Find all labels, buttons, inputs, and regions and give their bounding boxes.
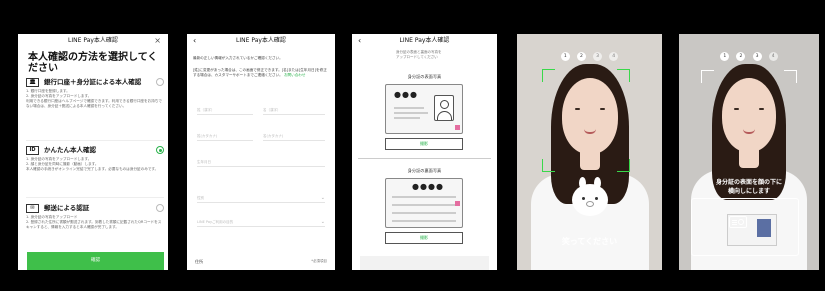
id-prompt: 身分証の表面を顔の下に 横向しにします [715, 179, 782, 195]
address-label: 住所 [195, 259, 203, 264]
step-2: 2 [576, 52, 586, 61]
bank-icon: 🏛 [26, 78, 39, 87]
option-label: 郵送による認証 [44, 204, 90, 212]
confirm-button[interactable]: 確認 [27, 252, 164, 270]
face-frame-corner [784, 70, 797, 83]
card-line [392, 212, 456, 214]
id-photo [757, 219, 771, 237]
option-label: 銀行口座＋身分証による本人確認 [44, 78, 142, 86]
header: ‹ LINE Pay本人確認 [187, 34, 335, 48]
card-line [394, 117, 420, 119]
option-easy[interactable]: ID かんたん本人確認 1. 身分証の写真をアップロードします。 2. 顔と身分… [26, 146, 164, 172]
card-dots: ●●●● [412, 182, 444, 191]
option-description: 1. 身分証の写真をアップロードします。 2. 顔と身分証を同時に撮影（動画）し… [26, 157, 159, 171]
header-title: LINE Pay本人確認 [236, 37, 286, 44]
back-snap-button[interactable]: 撮影 [385, 232, 463, 244]
card-line [394, 107, 424, 109]
option-description: 1. 身分証の写真をアップロード 2. 登録された住所に書類が郵送されます。到着… [26, 215, 162, 229]
card-line [394, 112, 428, 114]
id-card-icon: ID [26, 146, 39, 155]
info-form-screen: ‹ LINE Pay本人確認 最新の正しい情報が入力されているかご確認ください。… [187, 34, 335, 270]
back-caption: 身分証の裏面写真 [407, 168, 442, 173]
stamp-mark [455, 125, 460, 130]
radio-bank[interactable] [156, 78, 164, 86]
radio-mail[interactable] [156, 204, 164, 212]
gender-select[interactable]: 性別 ⌄ [197, 194, 325, 203]
last-kana-field[interactable]: 姓(カタカナ) [197, 132, 253, 141]
contact-link[interactable]: お問い合わせ [284, 73, 306, 77]
notice-body: [姓]に変更があった場合は、この画面で修正できます。[名]または[生年月日]を修… [193, 68, 327, 77]
id-card-icon [729, 216, 747, 228]
option-bank[interactable]: 🏛 銀行口座＋身分証による本人確認 1. 銀行口座を登録します。 2. 身分証の… [26, 78, 164, 109]
id-upload-screen: ‹ LINE Pay本人確認 身分証の表面と裏面の写真を アップロードしてくださ… [352, 34, 497, 270]
page-title: 本人確認の方法を選択してください [28, 52, 158, 74]
purpose-label: LINE Payご利用の目的 [197, 220, 234, 224]
header: ‹ LINE Pay本人確認 [352, 34, 497, 48]
required-note: *必須項目 [311, 259, 327, 263]
header: LINE Pay本人確認 × [18, 34, 168, 48]
card-line [392, 196, 456, 198]
face-frame-corner [701, 70, 714, 83]
step-4: 4 [609, 52, 619, 61]
option-description: 1. 銀行口座を登録します。 2. 身分証の写真をアップロードします。 利用でき… [26, 89, 162, 108]
back-icon[interactable]: ‹ [193, 34, 196, 48]
cony-mascot-icon [571, 177, 608, 216]
smile-prompt: 笑ってください [561, 237, 618, 246]
face-frame-corner [617, 69, 630, 82]
radio-easy[interactable] [156, 146, 164, 154]
mail-icon: ✉ [26, 204, 39, 213]
card-line [392, 220, 456, 222]
divider [26, 197, 164, 198]
method-select-screen: LINE Pay本人確認 × 本人確認の方法を選択してください 🏛 銀行口座＋身… [18, 34, 168, 270]
id-front-illustration: ●●● [385, 84, 463, 134]
card-line [392, 204, 456, 206]
face-frame-corner [617, 159, 630, 172]
header-title: LINE Pay本人確認 [68, 37, 118, 44]
option-label: かんたん本人確認 [44, 146, 96, 154]
header-title: LINE Pay本人確認 [399, 37, 450, 44]
front-caption: 身分証の表面写真 [407, 74, 442, 79]
card-dots: ●●● [394, 90, 418, 99]
gender-label: 性別 [197, 196, 204, 200]
chevron-down-icon: ⌄ [320, 195, 325, 201]
person-icon [434, 95, 454, 121]
divider [358, 158, 491, 159]
intro-text: 最新の正しい情報が入力されているかご確認ください。 [193, 56, 283, 60]
notice-text: [姓]に変更があった場合は、この画面で修正できます。[名]または[生年月日]を修… [193, 68, 329, 78]
first-kana-field[interactable]: 名(カタカナ) [263, 132, 325, 141]
step-4: 4 [768, 52, 778, 61]
last-name-field[interactable]: 姓（漢字） [197, 106, 253, 115]
chevron-down-icon: ⌄ [320, 219, 325, 225]
step-1: 1 [560, 52, 570, 61]
close-icon[interactable]: × [154, 34, 161, 48]
step-3: 3 [593, 52, 603, 61]
step-indicator: 1 2 3 4 [679, 42, 819, 61]
selfie-camera-screen: 1 2 3 4 笑ってください [517, 34, 662, 270]
divider [26, 140, 164, 141]
next-button-disabled [360, 256, 489, 270]
step-3: 3 [752, 52, 762, 61]
face-frame-corner [542, 159, 555, 172]
id-back-illustration: ●●●● [385, 178, 463, 228]
option-mail[interactable]: ✉ 郵送による認証 1. 身分証の写真をアップロード 2. 登録された住所に書類… [26, 204, 164, 230]
birthdate-field[interactable]: 生年月日 [197, 158, 325, 167]
step-indicator: 1 2 3 4 [517, 42, 662, 61]
purpose-select[interactable]: LINE Payご利用の目的 ⌄ [197, 218, 325, 227]
upload-note: 身分証の表面と裏面の写真を アップロードしてください [396, 50, 442, 59]
step-2: 2 [736, 52, 746, 61]
stamp-mark [455, 201, 460, 206]
back-icon[interactable]: ‹ [358, 34, 361, 48]
front-snap-button[interactable]: 撮影 [385, 138, 463, 150]
first-name-field[interactable]: 名（漢字） [263, 106, 325, 115]
step-1: 1 [720, 52, 730, 61]
id-hold-camera-screen: 1 2 3 4 身分証の表面を顔の下に 横向しにします [679, 34, 819, 270]
face-frame-corner [542, 69, 555, 82]
